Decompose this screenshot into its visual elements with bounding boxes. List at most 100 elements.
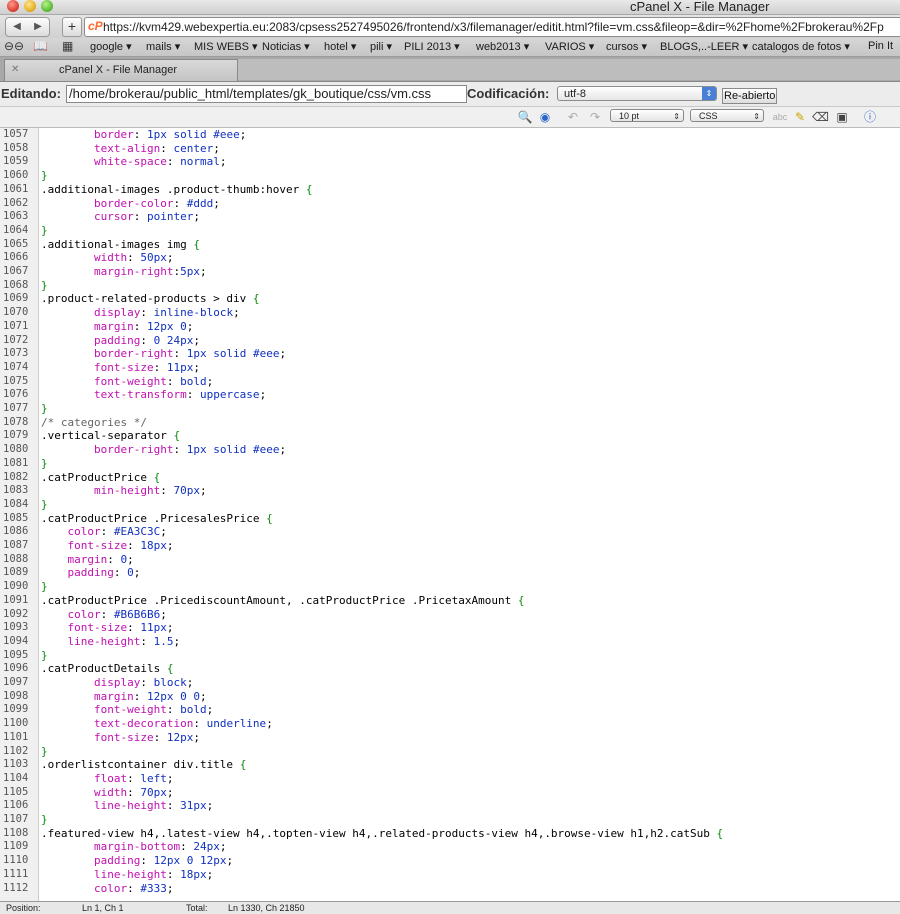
code-line[interactable]: 1086 color: #EA3C3C; — [0, 525, 900, 539]
code-line[interactable]: 1096 .catProductDetails { — [0, 662, 900, 676]
bookmark-item[interactable]: PILI 2013 ▾ — [404, 40, 460, 53]
code-line[interactable]: 1080 border-right: 1px solid #eee; — [0, 443, 900, 457]
code-line[interactable]: 1079 .vertical-separator { — [0, 429, 900, 443]
code-line[interactable]: 1104 float: left; — [0, 772, 900, 786]
code-line[interactable]: 1102} — [0, 745, 900, 759]
site-favicon-icon: cP — [88, 19, 103, 33]
code-line[interactable]: 1077} — [0, 402, 900, 416]
code-line[interactable]: 1097 display: block; — [0, 676, 900, 690]
code-line[interactable]: 1093 font-size: 11px; — [0, 621, 900, 635]
code-line[interactable]: 1065 .additional-images img { — [0, 238, 900, 252]
highlight-icon[interactable]: ✎ — [792, 109, 808, 125]
code-line[interactable]: 1107} — [0, 813, 900, 827]
top-sites-grid-icon[interactable]: ▦ — [62, 39, 73, 53]
zoom-window-button[interactable] — [41, 0, 53, 12]
code-line[interactable]: 1105 width: 70px; — [0, 786, 900, 800]
code-line[interactable]: 1069 .product-related-products > div { — [0, 292, 900, 306]
minimize-window-button[interactable] — [24, 0, 36, 12]
bookmark-item[interactable]: BLOGS,..-LEER ▾ — [660, 40, 748, 53]
bookmark-item[interactable]: Pin It — [868, 40, 893, 52]
forward-button[interactable]: ▶ — [27, 17, 50, 37]
back-button[interactable]: ◀ — [5, 17, 29, 37]
bookmark-item[interactable]: google ▾ — [90, 40, 132, 53]
code-line[interactable]: 1059 white-space: normal; — [0, 155, 900, 169]
goto-line-icon[interactable]: ◉ — [537, 109, 553, 125]
code-line[interactable]: 1062 border-color: #ddd; — [0, 197, 900, 211]
bookmark-item[interactable]: pili ▾ — [370, 40, 392, 53]
bookmark-item[interactable]: MIS WEBS ▾ — [194, 40, 258, 53]
code-line[interactable]: 1092 color: #B6B6B6; — [0, 608, 900, 622]
code-line[interactable]: 1106 line-height: 31px; — [0, 799, 900, 813]
code-line[interactable]: 1066 width: 50px; — [0, 251, 900, 265]
code-line[interactable]: 1070 display: inline-block; — [0, 306, 900, 320]
bookmark-item[interactable]: VARIOS ▾ — [545, 40, 594, 53]
code-line[interactable]: 1095} — [0, 649, 900, 663]
close-window-button[interactable] — [7, 0, 19, 12]
bookmark-item[interactable]: catalogos de fotos ▾ — [752, 40, 850, 53]
code-line[interactable]: 1084} — [0, 498, 900, 512]
code-line[interactable]: 1071 margin: 12px 0; — [0, 320, 900, 334]
code-line[interactable]: 1098 margin: 12px 0 0; — [0, 690, 900, 704]
code-editor[interactable]: 1057 border: 1px solid #eee; 1058 text-al… — [0, 128, 900, 901]
bookmark-item[interactable]: cursos ▾ — [606, 40, 647, 53]
code-line[interactable]: 1076 text-transform: uppercase; — [0, 388, 900, 402]
code-line[interactable]: 1112 color: #333; — [0, 882, 900, 896]
code-line[interactable]: 1103 .orderlistcontainer div.title { — [0, 758, 900, 772]
code-line[interactable]: 1063 cursor: pointer; — [0, 210, 900, 224]
code-line[interactable]: 1109 margin-bottom: 24px; — [0, 840, 900, 854]
reading-list-icon[interactable]: ⊖⊖ — [4, 39, 24, 53]
code-line[interactable]: 1111 line-height: 18px; — [0, 868, 900, 882]
close-tab-icon[interactable]: ✕ — [11, 64, 19, 75]
tab-file-manager[interactable]: ✕ cPanel X - File Manager — [4, 59, 238, 81]
eraser-icon[interactable]: ⌫ — [812, 109, 829, 125]
font-size-select[interactable]: 10 pt ⇕ — [610, 109, 684, 122]
code-line[interactable]: 1078 /* categories */ — [0, 416, 900, 430]
spellcheck-icon[interactable]: abc — [772, 109, 788, 125]
code-line[interactable]: 1082 .catProductPrice { — [0, 471, 900, 485]
address-bar[interactable]: cP https://kvm429.webexpertia.eu:2083/cp… — [84, 17, 900, 37]
code-line[interactable]: 1088 margin: 0; — [0, 553, 900, 567]
code-line[interactable]: 1072 padding: 0 24px; — [0, 334, 900, 348]
code-line[interactable]: 1064} — [0, 224, 900, 238]
code-line[interactable]: 1075 font-weight: bold; — [0, 375, 900, 389]
code-line[interactable]: 1081} — [0, 457, 900, 471]
bookmark-item[interactable]: web2013 ▾ — [476, 40, 529, 53]
find-icon[interactable]: 🔍 — [517, 109, 533, 125]
code-line[interactable]: 1085 .catProductPrice .PricesalesPrice { — [0, 512, 900, 526]
code-line[interactable]: 1110 padding: 12px 0 12px; — [0, 854, 900, 868]
redo-icon[interactable]: ↷ — [587, 109, 603, 125]
code-line[interactable]: 1068} — [0, 279, 900, 293]
code-line[interactable]: 1101 font-size: 12px; — [0, 731, 900, 745]
book-icon[interactable]: 📖 — [33, 39, 48, 53]
code-line[interactable]: 1100 text-decoration: underline; — [0, 717, 900, 731]
bookmark-item[interactable]: hotel ▾ — [324, 40, 356, 53]
encoding-select[interactable]: utf-8 ⇕ — [557, 86, 717, 101]
code-line[interactable]: 1083 min-height: 70px; — [0, 484, 900, 498]
code-line[interactable]: 1108 .featured-view h4,.latest-view h4,.t… — [0, 827, 900, 841]
code-line[interactable]: 1067 margin-right:5px; — [0, 265, 900, 279]
code-line[interactable]: 1089 padding: 0; — [0, 566, 900, 580]
code-line[interactable]: 1060} — [0, 169, 900, 183]
code-line[interactable]: 1074 font-size: 11px; — [0, 361, 900, 375]
code-line[interactable]: 1087 font-size: 18px; — [0, 539, 900, 553]
code-line[interactable]: 1090} — [0, 580, 900, 594]
file-path-field[interactable]: /home/brokerau/public_html/templates/gk_… — [66, 85, 467, 103]
fullscreen-icon[interactable]: ▣ — [834, 109, 850, 125]
undo-icon[interactable]: ↶ — [565, 109, 581, 125]
code-text: } — [41, 169, 48, 183]
code-line[interactable]: 1058 text-align: center; — [0, 142, 900, 156]
code-line[interactable]: 1057 border: 1px solid #eee; — [0, 128, 900, 142]
code-line[interactable]: 1073 border-right: 1px solid #eee; — [0, 347, 900, 361]
help-icon[interactable]: ⓘ — [862, 109, 878, 125]
code-text: margin-right:5px; — [93, 265, 207, 278]
syntax-select[interactable]: CSS ⇕ — [690, 109, 764, 122]
code-line[interactable]: 1061 .additional-images .product-thumb:ho… — [0, 183, 900, 197]
code-line[interactable]: 1099 font-weight: bold; — [0, 703, 900, 717]
code-text: font-size: 11px; — [67, 621, 174, 635]
reopen-button[interactable]: Re-abierto — [722, 88, 778, 104]
bookmark-item[interactable]: mails ▾ — [146, 40, 180, 53]
bookmark-item[interactable]: Noticias ▾ — [262, 40, 310, 53]
code-line[interactable]: 1094 line-height: 1.5; — [0, 635, 900, 649]
code-line[interactable]: 1091 .catProductPrice .PricediscountAmoun… — [0, 594, 900, 608]
add-bookmark-button[interactable]: + — [62, 17, 82, 37]
